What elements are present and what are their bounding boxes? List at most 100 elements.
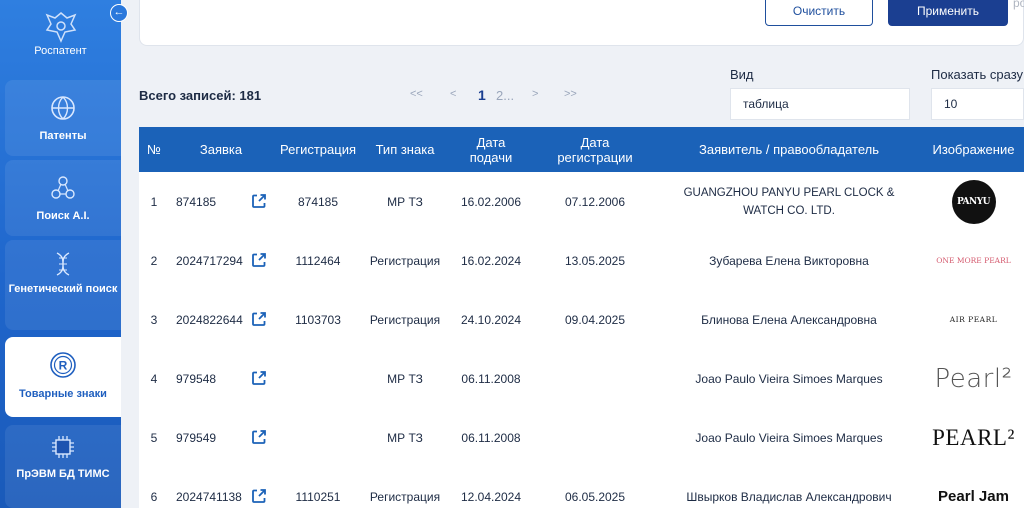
trademark-image-text: ONE MORE PEARL xyxy=(936,256,1011,265)
current-page[interactable]: 1 xyxy=(478,87,486,103)
column-header-mark-type[interactable]: Тип знака xyxy=(363,127,447,172)
chip-icon xyxy=(5,433,121,464)
cell-application-number[interactable]: 979549 xyxy=(176,408,256,467)
cell-application-number[interactable]: 979548 xyxy=(176,349,256,408)
logo-label: Роспатент xyxy=(34,45,87,57)
trademark-image-text: Pearl Jam xyxy=(938,488,1009,505)
cell-filing-date: 06.11.2008 xyxy=(461,430,521,445)
sidebar-item-patents[interactable]: Патенты xyxy=(5,80,121,156)
table-row[interactable]: 5 979549 МР ТЗ 06.11.2008 Joao Paulo Vieira … xyxy=(139,408,1024,467)
eagle-emblem-icon xyxy=(45,12,77,43)
cell-owner: Joao Paulo Vieira Simoes Marques xyxy=(695,371,883,386)
column-header-number[interactable]: № xyxy=(139,127,169,172)
cell-application-number[interactable]: 2024741138 xyxy=(176,467,256,508)
sidebar-item-ai-search[interactable]: Поиск A.I. xyxy=(5,160,121,236)
cell-mark-type: МР ТЗ xyxy=(387,371,423,386)
cell-owner: Зубарева Елена Викторовна xyxy=(709,253,869,268)
first-page-button[interactable]: << xyxy=(410,88,423,100)
clear-button[interactable]: Очистить xyxy=(765,0,873,26)
collapse-sidebar-button[interactable]: ← xyxy=(110,4,128,22)
external-link-icon[interactable] xyxy=(251,311,267,327)
cell-owner: Блинова Елена Александровна xyxy=(701,312,877,327)
cell-registration-number[interactable] xyxy=(273,408,363,467)
column-header-owner[interactable]: Заявитель / правообладатель xyxy=(655,127,923,172)
last-page-button[interactable]: >> xyxy=(564,88,577,100)
sidebar-item-trademarks[interactable]: R Товарные знаки xyxy=(5,337,121,417)
cell-filing-date: 06.11.2008 xyxy=(461,371,521,386)
cell-mark-type: МР ТЗ xyxy=(387,194,423,209)
column-header-registration[interactable]: Регистрация xyxy=(273,127,363,172)
external-link-icon[interactable] xyxy=(251,429,267,445)
sidebar-item-label: Поиск A.I. xyxy=(36,210,90,222)
external-link-icon[interactable] xyxy=(251,370,267,386)
cell-registration-date: 06.05.2025 xyxy=(564,489,626,504)
sidebar-item-software-db[interactable]: ПрЭВМ БД ТИМС xyxy=(5,425,121,508)
cell-owner: Швырков Владислав Александрович xyxy=(686,489,892,504)
cell-mark-type: МР ТЗ xyxy=(387,430,423,445)
cell-filing-date: 12.04.2024 xyxy=(460,489,522,504)
trademark-image[interactable]: AIR PEARL xyxy=(923,290,1024,349)
ai-network-icon xyxy=(5,174,121,205)
table-row[interactable]: 3 2024822644 1103703 Регистрация 24.10.2024 0… xyxy=(139,290,1024,349)
sidebar-item-genetic-search[interactable]: Генетический поиск xyxy=(5,240,121,330)
trademark-image[interactable]: Pearl Jam xyxy=(923,467,1024,508)
total-records: Всего записей: 181 xyxy=(139,88,262,103)
cell-registration-date xyxy=(535,408,655,467)
column-header-registration-date[interactable]: Дата регистрации xyxy=(535,127,655,172)
column-header-filing-date[interactable]: Дата подачи xyxy=(447,127,535,172)
cell-filing-date: 24.10.2024 xyxy=(460,312,522,327)
cell-registration-date: 09.04.2025 xyxy=(564,312,626,327)
cell-application-number[interactable]: 874185 xyxy=(176,172,256,231)
column-header-application[interactable]: Заявка xyxy=(169,127,273,172)
trademark-image[interactable]: ONE MORE PEARL xyxy=(923,231,1024,290)
cell-registration-number[interactable]: 1110251 xyxy=(273,467,363,508)
cut-off-label: ро xyxy=(1013,0,1024,10)
cell-mark-type: Регистрация xyxy=(369,489,441,504)
table-row[interactable]: 6 2024741138 1110251 Регистрация 12.04.2024 0… xyxy=(139,467,1024,508)
cell-number: 2 xyxy=(150,253,158,268)
trademark-image[interactable]: PANYU xyxy=(923,172,1024,231)
sidebar: Роспатент ← Патенты Поиск A.I. Генетичес… xyxy=(0,0,128,508)
cell-filing-date: 16.02.2006 xyxy=(460,194,522,209)
table-row[interactable]: 2 2024717294 1112464 Регистрация 16.02.2024 1… xyxy=(139,231,1024,290)
cell-number: 1 xyxy=(150,194,158,209)
cell-number: 3 xyxy=(150,312,158,327)
globe-icon xyxy=(5,94,121,125)
trademark-image[interactable]: Pearl² xyxy=(923,349,1024,408)
cell-registration-date: 07.12.2006 xyxy=(564,194,626,209)
page-size-label: Показать сразу xyxy=(931,67,1024,82)
trademark-image-text: Pearl² xyxy=(934,363,1013,394)
page-size-select[interactable]: 10 xyxy=(931,88,1024,120)
cell-application-number[interactable]: 2024822644 xyxy=(176,290,256,349)
trademark-image-text: PEARL² xyxy=(932,424,1015,450)
view-select[interactable]: таблица xyxy=(730,88,910,120)
rospatent-logo[interactable]: Роспатент xyxy=(0,0,121,68)
external-link-icon[interactable] xyxy=(251,252,267,268)
table-header: № Заявка Регистрация Тип знака Дата пода… xyxy=(139,127,1024,172)
column-header-image: Изображение xyxy=(932,142,1015,157)
cell-registration-number[interactable]: 874185 xyxy=(273,172,363,231)
sidebar-item-label: Генетический поиск xyxy=(8,283,118,295)
cell-registration-number[interactable]: 1103703 xyxy=(273,290,363,349)
cell-number: 6 xyxy=(150,489,158,504)
external-link-icon[interactable] xyxy=(251,488,267,504)
external-link-icon[interactable] xyxy=(251,193,267,209)
cell-registration-date xyxy=(535,349,655,408)
apply-button[interactable]: Применить xyxy=(888,0,1008,26)
view-label: Вид xyxy=(730,67,754,82)
page-link[interactable]: 2... xyxy=(496,88,514,103)
table-row[interactable]: 1 874185 874185 МР ТЗ 16.02.2006 07.12.2006 GU… xyxy=(139,172,1024,231)
cell-registration-number[interactable]: 1112464 xyxy=(273,231,363,290)
cell-registration-date: 13.05.2025 xyxy=(564,253,626,268)
cell-application-number[interactable]: 2024717294 xyxy=(176,231,256,290)
cell-registration-number[interactable] xyxy=(273,349,363,408)
registered-trademark-icon: R xyxy=(5,351,121,382)
prev-page-button[interactable]: < xyxy=(450,88,456,100)
trademark-image[interactable]: PEARL² xyxy=(923,408,1024,467)
table-row[interactable]: 4 979548 МР ТЗ 06.11.2008 Joao Paulo Vieira … xyxy=(139,349,1024,408)
cell-owner: GUANGZHOU PANYU PEARL CLOCK & WATCH CO. … xyxy=(683,186,895,217)
cell-owner: Joao Paulo Vieira Simoes Marques xyxy=(695,430,883,445)
sidebar-item-label: ПрЭВМ БД ТИМС xyxy=(16,468,110,480)
cell-number: 4 xyxy=(150,371,158,386)
next-page-button[interactable]: > xyxy=(532,88,538,100)
